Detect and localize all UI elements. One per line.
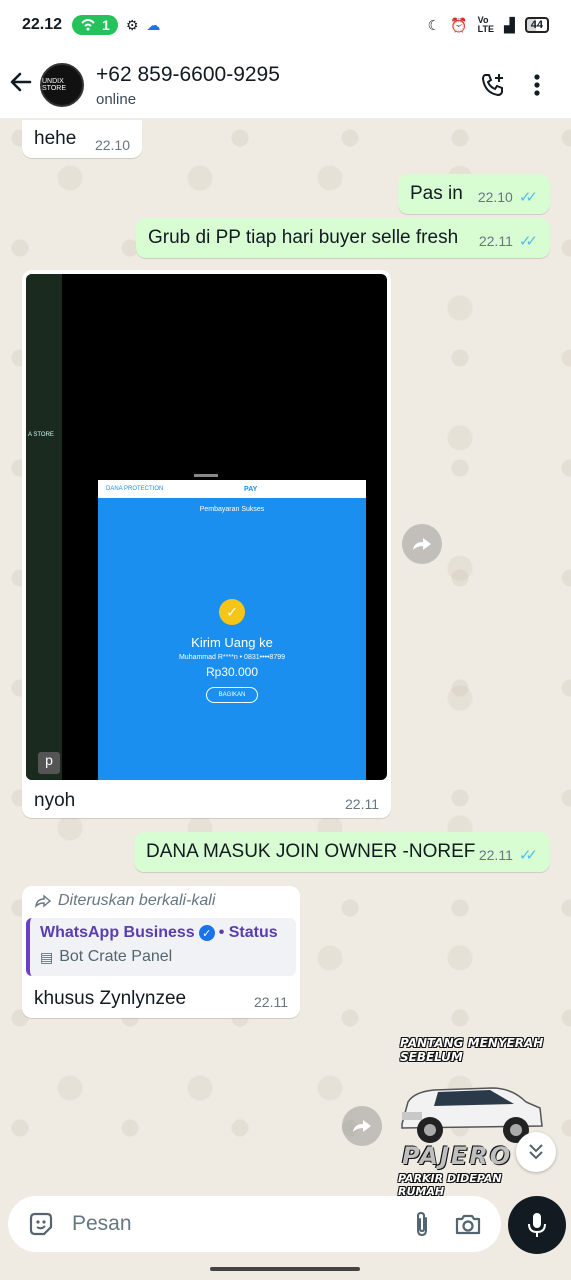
signal-icon: ▟ [503,16,515,33]
alarm-icon: ⏰ [450,16,468,33]
notification-count: 1 [102,17,110,33]
payment-amount: Rp30.000 [205,665,259,679]
sticker-line1: PANTANG MENYERAH [400,1036,544,1050]
cloud-icon: ☁ [146,16,161,33]
scroll-to-bottom-button[interactable] [516,1132,556,1172]
verified-badge-icon: ✓ [198,925,215,941]
payment-title: Kirim Uang ke [191,635,273,650]
screenshot-side-strip: A STORE p [26,274,62,780]
status-bar: 22.12 1 ⚙ ☁ ☾ ⏰ Vo LTE ▟ 44 [0,0,571,50]
media-thumbnail[interactable]: A STORE p DANA PROTECTION PAY Pembayaran… [26,274,387,780]
sticker-brand: PAJERO [402,1142,513,1170]
message-text: hehe [34,128,77,149]
message-incoming-forwarded[interactable]: Diteruskan berkali-kali WhatsApp Busines… [22,886,300,1018]
read-receipt-icon: ✓✓ [518,847,538,864]
forwarded-label: Diteruskan berkali-kali [34,892,215,910]
more-vertical-icon [534,74,540,96]
microphone-icon [528,1213,546,1237]
contact-info[interactable]: +62 859-6600-9295 online [96,63,471,108]
message-input[interactable] [72,1212,403,1236]
message-time: 22.11 [345,796,379,812]
forward-arrow-icon [353,1120,371,1132]
forward-button[interactable] [402,524,442,564]
forward-arrow-icon [413,538,431,550]
message-incoming[interactable]: hehe 22.10 [22,120,142,158]
message-time: 22.11 [254,994,288,1010]
document-icon: ▤ [40,948,54,965]
message-text: Pas in [410,183,463,204]
dana-payment-screen: DANA PROTECTION PAY Pembayaran Sukses ✓ … [98,480,366,780]
quote-subtitle: ▤ Bot Crate Panel [40,948,173,965]
avatar[interactable]: UNDIX STORE [40,63,84,107]
check-icon: ✓ [219,599,245,625]
payment-share-button: BAGIKAN [206,687,258,703]
read-receipt-icon: ✓✓ [518,189,538,206]
presence-status: online [96,90,137,108]
more-options-button[interactable] [515,63,559,107]
message-text: DANA MASUK JOIN OWNER -NOREF [146,841,476,862]
avatar-text: UNDIX STORE [42,78,66,92]
volte-icon: Vo LTE [477,15,494,34]
message-time: 22.10 ✓✓ [478,188,538,206]
message-outgoing[interactable]: Grub di PP tiap hari buyer selle fresh 2… [136,218,550,258]
sticker-button[interactable] [22,1205,60,1243]
do-not-disturb-icon: ☾ [427,16,441,33]
quoted-status[interactable]: WhatsApp Business ✓ • Status ▤ Bot Crate… [26,918,296,976]
dana-header: DANA PROTECTION PAY [98,480,366,498]
attach-button[interactable] [403,1205,441,1243]
payment-success-label: Pembayaran Sukses [199,506,265,513]
sticker-icon [29,1212,53,1236]
message-composer [8,1196,501,1252]
sheet-handle [194,474,218,477]
status-right-icons: ☾ ⏰ Vo LTE ▟ 44 [428,16,549,34]
status-time: 22.12 [22,16,63,33]
system-nav-bar [0,1258,571,1280]
dana-pay-label: PAY [244,485,258,493]
voice-message-button[interactable] [508,1196,566,1254]
battery-indicator: 44 [524,17,549,33]
quote-title: WhatsApp Business ✓ • Status [40,924,278,941]
camera-button[interactable] [449,1205,487,1243]
chat-header: UNDIX STORE +62 859-6600-9295 online [0,50,571,120]
payment-recipient: Muhammad R****n • 0831••••8799 [178,654,286,661]
double-chevron-down-icon [529,1144,543,1160]
side-key: p [38,752,60,774]
read-receipt-icon: ✓✓ [518,233,538,250]
side-label: A STORE [28,432,54,438]
paperclip-icon [417,1211,427,1237]
message-text: khusus Zynlynzee [34,988,187,1009]
message-time: 22.11 ✓✓ [479,232,538,250]
home-gesture-handle[interactable] [210,1267,360,1271]
message-outgoing[interactable]: DANA MASUK JOIN OWNER -NOREF 22.11 ✓✓ [134,832,550,872]
message-text: Grub di PP tiap hari buyer selle fresh [148,227,459,248]
sticker-line3: PARKIR DIDEPAN RUMAH [398,1172,502,1198]
contact-name: +62 859-6600-9295 [96,62,280,86]
settings-gear-icon: ⚙ [125,16,139,33]
hotspot-pill: 1 [72,15,118,35]
forwarded-icon [35,894,52,908]
message-time: 22.10 [94,137,130,153]
wifi-icon [81,19,95,31]
forward-button[interactable] [342,1106,382,1146]
camera-icon [455,1214,481,1235]
phone-plus-icon [481,74,503,97]
message-time: 22.11 ✓✓ [479,846,538,864]
dana-brand: DANA PROTECTION [106,486,164,492]
add-call-button[interactable] [471,63,515,107]
message-caption: nyoh [34,790,76,811]
message-outgoing[interactable]: Pas in 22.10 ✓✓ [398,174,550,214]
back-arrow-icon[interactable] [8,69,36,102]
